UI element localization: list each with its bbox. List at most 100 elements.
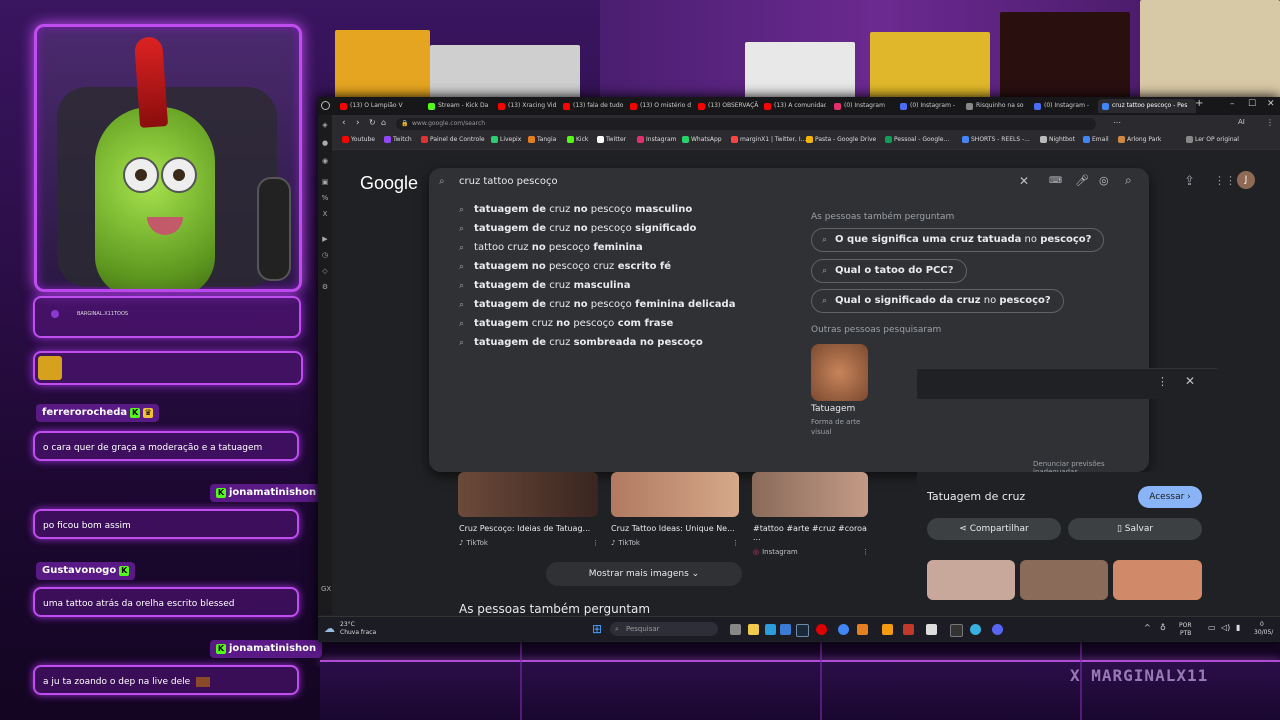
bookmark[interactable]: WhatsApp — [682, 136, 722, 143]
suggestion-item[interactable]: ⌕ tatuagem de cruz no pescoço significado — [459, 223, 696, 234]
bookmark[interactable]: Ler OP original — [1186, 136, 1239, 143]
search-icon[interactable]: ⌕ — [1125, 173, 1132, 188]
close-icon[interactable]: ✕ — [1185, 374, 1195, 388]
browser-tab[interactable]: (13) O mistério d — [630, 99, 692, 113]
keyboard-icon[interactable]: ⌨ — [1049, 176, 1062, 186]
suggestion-item[interactable]: ⌕ tatuagem de cruz no pescoço masculino — [459, 204, 692, 215]
browser-tab[interactable]: (13) A comunidad — [764, 99, 826, 113]
app-icon[interactable] — [903, 624, 914, 635]
bookmark[interactable]: Pasta - Google Drive — [806, 136, 876, 143]
bookmark[interactable]: Twitter — [597, 136, 626, 143]
maximize-icon[interactable]: ☐ — [1248, 99, 1256, 109]
bookmark[interactable]: SHORTS - REELS -... — [962, 136, 1030, 143]
twitch-icon[interactable]: ▣ — [321, 178, 329, 186]
suggestion-item[interactable]: ⌕ tatuagem de cruz masculina — [459, 280, 630, 291]
extensions-icon[interactable]: ⋯ — [1113, 118, 1121, 127]
save-button[interactable]: ▯ Salvar — [1068, 518, 1202, 540]
home-icon[interactable]: ⌂ — [381, 118, 386, 127]
apps-grid-icon[interactable]: ⋮⋮ — [1214, 174, 1236, 187]
microphone-icon[interactable]: 🎤︎ — [1075, 174, 1089, 187]
task-view-icon[interactable] — [730, 624, 741, 635]
bookmark[interactable]: Youtube — [342, 136, 375, 143]
app-icon[interactable] — [780, 624, 791, 635]
question-chip[interactable]: ⌕ Qual o significado da cruz no pescoço? — [811, 289, 1064, 313]
more-options-icon[interactable]: ⋮ — [1157, 375, 1168, 388]
avatar[interactable]: J — [1237, 171, 1255, 189]
bookmark[interactable]: Nightbot — [1040, 136, 1075, 143]
new-tab-icon[interactable]: + — [1195, 98, 1203, 109]
suggestion-item[interactable]: ⌕ tatuagem de cruz sombreada no pescoço — [459, 337, 703, 348]
settings-icon[interactable]: ⚙ — [321, 283, 329, 291]
weather-icon[interactable]: ☁ — [324, 622, 335, 635]
file-explorer-icon[interactable] — [748, 624, 759, 635]
more-options-icon[interactable]: ⋮ — [732, 539, 739, 547]
chrome-icon[interactable] — [838, 624, 849, 635]
battery-icon[interactable]: ▮ — [1236, 623, 1240, 632]
home-icon[interactable]: ◈ — [321, 121, 329, 129]
google-logo[interactable]: Google — [360, 173, 418, 194]
date[interactable]: 30/05/ — [1254, 629, 1273, 636]
vlc-icon[interactable] — [882, 624, 893, 635]
back-icon[interactable]: ‹ — [342, 118, 346, 128]
whatsapp-icon[interactable]: ◉ — [321, 157, 329, 165]
language-code[interactable]: POR — [1179, 622, 1192, 629]
volume-icon[interactable]: ◁) — [1221, 623, 1230, 632]
bookmark[interactable]: Instagram — [637, 136, 677, 143]
suggestion-item[interactable]: ⌕ tatuagem cruz no pescoço com frase — [459, 318, 673, 329]
image-result-card[interactable]: #tattoo #arte #cruz #coroa ... ◎ Instagra… — [753, 524, 869, 556]
more-options-icon[interactable]: ⋮ — [862, 548, 869, 556]
ai-icon[interactable]: AI — [1238, 118, 1245, 126]
image-result-card[interactable]: Cruz Pescoço: Ideias de Tatuag... ♪ TikTo… — [459, 524, 599, 547]
bookmark[interactable]: Email — [1083, 136, 1109, 143]
clear-icon[interactable]: ✕ — [1019, 174, 1029, 188]
clock[interactable]: 0 — [1260, 621, 1264, 628]
obs-icon[interactable] — [950, 624, 963, 637]
browser-tab[interactable]: (0) Instagram - — [900, 99, 958, 113]
browser-tab[interactable]: (13) OBSERVAÇÃ — [698, 99, 760, 113]
keyboard-layout[interactable]: PTB — [1180, 630, 1191, 637]
browser-tab[interactable]: (13) Xracing Vid — [498, 99, 560, 113]
bookmark[interactable]: marginX1 | Twitter, I... — [731, 136, 806, 143]
reload-icon[interactable]: ↻ — [369, 118, 376, 127]
search-input[interactable]: cruz tattoo pescoço — [459, 176, 558, 187]
browser-tab[interactable]: Risquinho na so — [966, 99, 1026, 113]
discord-icon[interactable] — [992, 624, 1003, 635]
network-icon[interactable]: ▭ — [1208, 623, 1216, 632]
more-options-icon[interactable]: ⋮ — [592, 539, 599, 547]
entity-name[interactable]: Tatuagem — [811, 404, 855, 414]
opera-icon[interactable] — [816, 624, 827, 635]
result-image[interactable] — [611, 472, 739, 517]
result-image[interactable] — [752, 472, 868, 517]
panel-image[interactable] — [927, 560, 1015, 600]
player-icon[interactable]: ▶ — [321, 235, 329, 243]
show-more-images-button[interactable]: Mostrar mais imagens ⌄ — [546, 562, 742, 586]
bookmark[interactable]: Tangia — [528, 136, 556, 143]
suggestion-item[interactable]: ⌕ tatuagem de cruz no pescoço feminina de… — [459, 299, 735, 310]
browser-tab[interactable]: (0) Instagram - — [1034, 99, 1094, 113]
bookmark[interactable]: Livepix — [491, 136, 521, 143]
menu-icon[interactable]: ⋮ — [1266, 118, 1274, 127]
panel-image[interactable] — [1020, 560, 1108, 600]
extensions-icon[interactable]: ◇ — [321, 267, 329, 275]
taskbar-search[interactable]: ⌕ Pesquisar — [610, 622, 718, 636]
steam-icon[interactable] — [796, 624, 809, 637]
notepad-icon[interactable] — [926, 624, 937, 635]
chevron-up-icon[interactable]: ^ — [1144, 623, 1151, 632]
address-bar[interactable]: 🔒 www.google.com/search — [396, 118, 1096, 130]
app-icon[interactable] — [857, 624, 868, 635]
messenger-icon[interactable]: ● — [321, 139, 329, 147]
lens-icon[interactable]: ◎ — [1099, 174, 1109, 187]
image-result-card[interactable]: Cruz Tattoo Ideas: Unique Ne... ♪ TikTok ⋮ — [611, 524, 739, 547]
bookmark[interactable]: Twitch — [384, 136, 412, 143]
browser-tab[interactable]: (0) Instagram — [834, 99, 894, 113]
share-button[interactable]: ⋖ Compartilhar — [927, 518, 1061, 540]
windows-start-icon[interactable]: ⊞ — [592, 622, 602, 636]
entity-thumbnail[interactable] — [811, 344, 868, 401]
app-icon[interactable] — [970, 624, 981, 635]
question-chip[interactable]: ⌕ O que significa uma cruz tatuada no pes… — [811, 228, 1105, 252]
microphone-icon[interactable]: ♁ — [1160, 623, 1166, 632]
x-icon[interactable]: X — [321, 210, 329, 218]
bookmark[interactable]: Kick — [567, 136, 588, 143]
share-icon[interactable]: ⇪ — [1184, 174, 1195, 189]
bookmark[interactable]: Arlong Park — [1118, 136, 1161, 143]
